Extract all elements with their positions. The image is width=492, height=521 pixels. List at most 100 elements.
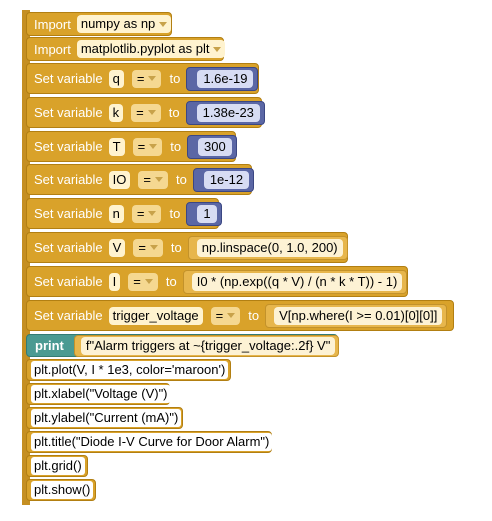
raw-code-block[interactable]: plt.ylabel("Current (mA)") [26, 407, 183, 429]
code-expression-value[interactable]: V[np.where(I >= 0.01)[0][0]] [274, 306, 443, 325]
raw-code-block[interactable]: plt.grid() [26, 455, 88, 477]
set-variable-label: Set variable [34, 71, 103, 86]
print-label: print [35, 338, 64, 353]
number-block[interactable]: 1.6e-19 [186, 66, 259, 91]
operator-value: = [136, 205, 145, 221]
dropdown-arrow-icon [144, 279, 153, 284]
print-block[interactable]: print f"Alarm triggers at ~{trigger_volt… [26, 334, 340, 357]
raw-code-text[interactable]: plt.ylabel("Current (mA)") [31, 409, 182, 427]
operator-dropdown[interactable]: = [131, 103, 161, 122]
variable-name: T [112, 138, 121, 154]
blockly-workspace[interactable]: Import numpy as np Import matplotlib.pyp… [0, 0, 492, 521]
set-variable-block[interactable]: Set variable IO = to 1e-12 [26, 164, 255, 195]
to-label: to [248, 308, 260, 323]
raw-code-text[interactable]: plt.show() [31, 481, 94, 499]
set-variable-block[interactable]: Set variable V = to np.linspace(0, 1.0, … [26, 232, 348, 263]
code-expression-block[interactable]: I0 * (np.exp((q * V) / (n * k * T)) - 1) [182, 269, 408, 294]
print-argument-block[interactable]: f"Alarm triggers at ~{trigger_voltage:.2… [73, 334, 340, 357]
variable-name: k [112, 104, 120, 120]
variable-name: V [112, 239, 122, 255]
operator-dropdown[interactable]: = [138, 170, 168, 189]
variable-name-field[interactable]: IO [108, 170, 131, 189]
raw-code-text[interactable]: plt.plot(V, I * 1e3, color='maroon') [31, 361, 229, 379]
raw-code-block[interactable]: plt.plot(V, I * 1e3, color='maroon') [26, 359, 231, 381]
code-expression-block[interactable]: V[np.where(I >= 0.01)[0][0]] [265, 303, 448, 328]
variable-name-field[interactable]: V [108, 238, 126, 257]
set-variable-block[interactable]: Set variable T = to 300 [26, 131, 237, 162]
operator-dropdown[interactable]: = [131, 69, 162, 88]
operator-value: = [136, 70, 145, 86]
operator-dropdown[interactable]: = [131, 204, 162, 223]
dropdown-arrow-icon [227, 313, 236, 318]
to-label: to [165, 274, 177, 289]
import-module-dropdown[interactable]: numpy as np [76, 15, 172, 33]
operator-value: = [138, 239, 146, 255]
dropdown-arrow-icon [148, 211, 157, 216]
variable-name-field[interactable]: I [108, 272, 121, 291]
variable-name-field[interactable]: T [108, 137, 125, 156]
raw-code-text[interactable]: plt.grid() [31, 457, 85, 475]
variable-name: trigger_voltage [112, 307, 199, 323]
variable-name: q [112, 70, 120, 86]
raw-code-block[interactable]: plt.show() [26, 479, 96, 501]
operator-dropdown[interactable]: = [128, 272, 158, 291]
print-argument-value[interactable]: f"Alarm triggers at ~{trigger_voltage:.2… [80, 336, 336, 355]
operator-value: = [136, 104, 144, 120]
variable-name-field[interactable]: trigger_voltage [108, 306, 203, 325]
set-variable-block[interactable]: Set variable k = to 1.38e-23 [26, 97, 265, 128]
variable-name-field[interactable]: q [108, 69, 124, 88]
number-value[interactable]: 300 [198, 137, 232, 156]
variable-name-field[interactable]: k [108, 103, 124, 122]
dropdown-arrow-icon [147, 110, 156, 115]
raw-code-text[interactable]: plt.xlabel("Voltage (V)") [31, 385, 171, 403]
operator-dropdown[interactable]: = [210, 306, 241, 325]
number-block[interactable]: 1.38e-23 [185, 100, 265, 125]
set-variable-block[interactable]: Set variable n = to 1 [26, 198, 222, 229]
code-expression-value[interactable]: np.linspace(0, 1.0, 200) [196, 238, 343, 257]
set-variable-label: Set variable [34, 139, 103, 154]
set-variable-block[interactable]: Set variable trigger_voltage = to V[np.w… [26, 300, 454, 331]
operator-value: = [143, 171, 151, 187]
operator-dropdown[interactable]: = [132, 137, 163, 156]
number-value[interactable]: 1.38e-23 [196, 103, 260, 122]
raw-code-block[interactable]: plt.xlabel("Voltage (V)") [26, 383, 171, 405]
variable-name: I [112, 273, 117, 289]
set-variable-block[interactable]: Set variable q = to 1.6e-19 [26, 63, 259, 94]
number-block[interactable]: 1e-12 [192, 167, 255, 192]
set-variable-block[interactable]: Set variable I = to I0 * (np.exp((q * V)… [26, 266, 408, 297]
variable-name: IO [112, 171, 127, 187]
number-value[interactable]: 1.6e-19 [197, 69, 254, 88]
operator-value: = [215, 307, 224, 323]
operator-dropdown[interactable]: = [133, 238, 163, 257]
import-label: Import [34, 41, 71, 57]
set-variable-label: Set variable [34, 240, 103, 255]
variable-name-field[interactable]: n [108, 204, 124, 223]
number-value[interactable]: 1 [197, 204, 217, 223]
to-label: to [169, 71, 181, 86]
dropdown-arrow-icon [148, 76, 157, 81]
import-module-dropdown[interactable]: matplotlib.pyplot as plt [76, 40, 226, 58]
import-block[interactable]: Import numpy as np [26, 12, 172, 36]
operator-value: = [133, 273, 141, 289]
to-label: to [170, 139, 182, 154]
number-block[interactable]: 300 [187, 134, 237, 159]
raw-code-block[interactable]: plt.title("Diode I-V Curve for Door Alar… [26, 431, 273, 453]
dropdown-arrow-icon [149, 245, 158, 250]
code-expression-value[interactable]: I0 * (np.exp((q * V) / (n * k * T)) - 1) [191, 272, 403, 291]
number-value[interactable]: 1e-12 [203, 170, 250, 189]
dropdown-arrow-icon [159, 21, 168, 27]
set-variable-label: Set variable [34, 206, 103, 221]
set-variable-label: Set variable [34, 105, 103, 120]
to-label: to [168, 105, 180, 120]
import-module-value: matplotlib.pyplot as plt [80, 41, 210, 56]
variable-name: n [112, 205, 120, 221]
set-variable-label: Set variable [34, 308, 103, 323]
dropdown-arrow-icon [154, 177, 163, 182]
number-block[interactable]: 1 [186, 201, 222, 226]
dropdown-arrow-icon [213, 46, 222, 52]
code-expression-block[interactable]: np.linspace(0, 1.0, 200) [187, 235, 348, 260]
import-module-value: numpy as np [80, 16, 156, 31]
set-variable-label: Set variable [34, 172, 103, 187]
import-block[interactable]: Import matplotlib.pyplot as plt [26, 37, 226, 61]
raw-code-text[interactable]: plt.title("Diode I-V Curve for Door Alar… [31, 433, 273, 451]
